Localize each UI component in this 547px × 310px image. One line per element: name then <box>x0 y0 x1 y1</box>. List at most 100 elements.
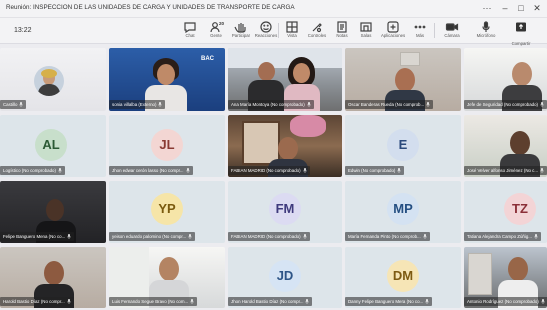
apps-button[interactable]: Aplicaciones <box>381 20 405 42</box>
participant-tile[interactable]: AL Logístico (No comprobado) <box>0 115 106 177</box>
participant-name: Felipe Banguero Mena (No co... <box>0 232 75 241</box>
mic-icon <box>190 298 194 304</box>
person-head <box>44 261 64 285</box>
participant-tile[interactable]: Luis Fernando Segue Bravo (No com... <box>109 247 225 308</box>
notes-button[interactable]: Notas <box>330 20 354 42</box>
participant-tile[interactable]: DM Danny Felipe Banguero Mera (No co... <box>345 247 461 308</box>
microphone-icon <box>478 20 494 32</box>
participant-tile[interactable]: FABIAN MADRID (No comprobado) <box>228 115 342 177</box>
participant-avatar: JL <box>151 129 183 161</box>
participant-tile[interactable]: Harold Bastio Díaz (No compr... <box>0 247 106 308</box>
share-icon <box>513 20 529 32</box>
participant-name: sonia villalba (Externo) <box>109 100 166 109</box>
participant-tile[interactable]: Jefe de Seguridad (No comprobado) <box>464 48 547 111</box>
microphone-button[interactable]: Micrófono <box>474 20 498 42</box>
participant-tile[interactable]: Antonio Rodríguez (No comprobado) <box>464 247 547 308</box>
participant-avatar: DM <box>387 260 419 292</box>
mic-icon <box>541 298 545 304</box>
mic-icon <box>534 233 538 239</box>
participant-name: Danny Felipe Banguero Mera (No co... <box>345 297 433 306</box>
reactions-button[interactable]: Reacciones <box>254 20 278 42</box>
mic-icon <box>67 233 71 239</box>
more-options-icon[interactable]: ··· <box>480 2 494 14</box>
participant-tile[interactable]: JL Jhon edwar cerón lasso (No compr... <box>109 115 225 177</box>
participant-tile[interactable]: Ana María Montoya (No comprobado) <box>228 48 342 111</box>
participant-tile[interactable]: Castillo <box>0 48 106 111</box>
flowers <box>290 115 326 137</box>
participant-name: Ana María Montoya (No comprobado) <box>228 100 314 109</box>
participant-name: yeison eduardo palomino (No compr... <box>109 232 196 241</box>
raise-hand-button[interactable]: Participar <box>229 20 253 42</box>
notes-icon <box>334 20 350 33</box>
person-head <box>510 131 530 155</box>
participant-name: María Fernanda Pinto (No comprob... <box>345 232 430 241</box>
participant-avatar: MP <box>387 193 419 225</box>
controls-button[interactable]: Controles <box>305 20 329 42</box>
mic-icon <box>188 233 192 239</box>
participant-tile[interactable]: José Velver alfonso Jiménez (No c... <box>464 115 547 177</box>
participant-avatar: JD <box>269 260 301 292</box>
person-head <box>278 137 298 160</box>
person-head <box>395 68 415 92</box>
camera-button[interactable]: Cámara <box>440 20 464 42</box>
mic-icon <box>158 101 163 107</box>
participant-avatar: YP <box>151 193 183 225</box>
more-icon <box>412 20 428 32</box>
rooms-icon <box>358 20 374 32</box>
mic-icon <box>305 298 310 304</box>
apps-icon <box>385 20 401 33</box>
participant-tile[interactable]: MP María Fernanda Pinto (No comprob... <box>345 181 461 243</box>
person-head <box>512 62 532 86</box>
participant-tile[interactable]: BAC sonia villalba (Externo) <box>109 48 225 111</box>
maximize-button[interactable]: □ <box>514 2 528 14</box>
participant-avatar: E <box>387 129 419 161</box>
participant-avatar: TZ <box>504 193 536 225</box>
meeting-title: Reunión: INSPECCIÓN DE LAS UNIDADES DE C… <box>6 4 295 11</box>
bookshelf <box>468 253 492 295</box>
mic-icon <box>67 298 71 304</box>
wall-frame <box>400 52 420 66</box>
mic-icon <box>302 167 307 173</box>
grid-view-icon <box>284 20 300 33</box>
participant-name: Jhon Harold Bastio Díaz (No compr... <box>228 297 313 306</box>
close-button[interactable]: ✕ <box>530 2 544 14</box>
participant-tile[interactable]: FM FABIAN MADRID (No comprobado) <box>228 181 342 243</box>
person-head <box>508 257 528 281</box>
smile-icon <box>258 20 274 33</box>
people-count: 20 <box>219 21 225 26</box>
toolbar-divider <box>278 23 279 38</box>
mic-icon <box>425 298 429 304</box>
chat-icon <box>182 20 198 34</box>
view-button[interactable]: Vista <box>280 20 304 42</box>
mic-icon <box>397 167 401 173</box>
participant-name: Tatiana Alejandra Campo Zúñig... <box>464 232 541 241</box>
participant-name: Antonio Rodríguez (No comprobado) <box>464 297 547 306</box>
participant-tile[interactable]: Oscar Banderas Rueda (No comprob... <box>345 48 461 111</box>
rooms-button[interactable]: Salas <box>354 20 378 42</box>
participant-name: Edwin (No comprobado) <box>345 166 405 175</box>
participant-name: Jefe de Seguridad (No comprobado) <box>464 100 547 109</box>
share-button[interactable]: Compartir <box>506 20 536 46</box>
person-head <box>46 199 64 221</box>
mic-icon <box>58 167 62 173</box>
minimize-button[interactable]: – <box>498 2 512 14</box>
person-head <box>258 62 275 81</box>
mic-icon <box>302 233 307 239</box>
participant-name: Luis Fernando Segue Bravo (No com... <box>109 297 198 306</box>
participant-tile[interactable]: Felipe Banguero Mena (No co... <box>0 181 106 243</box>
camera-icon <box>444 20 460 32</box>
more-button[interactable]: Más <box>408 20 432 42</box>
person-head <box>159 257 179 281</box>
participant-tile[interactable]: YP yeison eduardo palomino (No compr... <box>109 181 225 243</box>
mic-icon <box>307 101 311 107</box>
mic-icon <box>423 233 427 239</box>
chat-button[interactable]: Chat <box>178 20 202 42</box>
people-button[interactable]: 20 Gente <box>204 20 228 42</box>
participant-name: FABIAN MADRID (No comprobado) <box>228 232 310 241</box>
participant-tile[interactable]: TZ Tatiana Alejandra Campo Zúñig... <box>464 181 547 243</box>
mic-icon <box>540 101 544 107</box>
participant-tile[interactable]: JD Jhon Harold Bastio Díaz (No compr... <box>228 247 342 308</box>
participant-name: Castillo <box>0 100 27 109</box>
participant-tile[interactable]: E Edwin (No comprobado) <box>345 115 461 177</box>
participant-name: Jhon edwar cerón lasso (No compr... <box>109 166 193 175</box>
